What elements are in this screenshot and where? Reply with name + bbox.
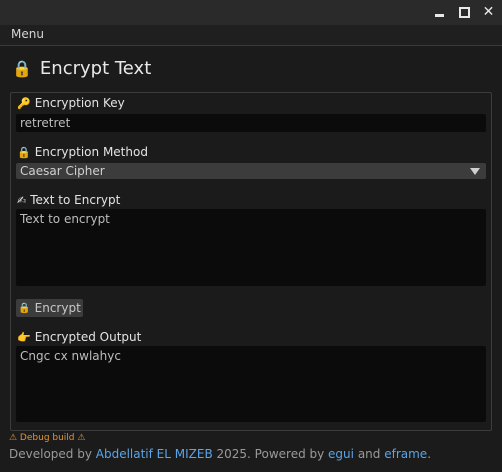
footer-middle: 2025. Powered by	[212, 447, 329, 461]
pointing-hand-icon: 👉	[17, 330, 31, 344]
encryption-method-select[interactable]: Caesar Cipher	[16, 163, 486, 179]
title-bar: ✕	[0, 0, 502, 25]
text-to-encrypt-label-text: Text to Encrypt	[30, 193, 121, 207]
eframe-link[interactable]: eframe	[384, 447, 427, 461]
encryption-method-label: 🔒 Encryption Method	[17, 144, 148, 160]
egui-link[interactable]: egui	[328, 447, 354, 461]
minimize-icon[interactable]	[433, 6, 446, 19]
encrypted-output-label-text: Encrypted Output	[34, 330, 142, 344]
key-icon: 🔑	[17, 96, 31, 110]
encryption-method-label-text: Encryption Method	[34, 145, 148, 159]
text-to-encrypt-input[interactable]: Text to encrypt	[16, 209, 486, 286]
writing-hand-icon: ✍	[17, 193, 27, 207]
page-heading: 🔒 Encrypt Text	[12, 56, 151, 80]
encrypted-output-value: Cngc cx nwlahyc	[20, 349, 121, 363]
encryption-key-value: retretret	[20, 116, 71, 130]
encrypt-button-label: Encrypt	[34, 301, 81, 315]
lock-icon: 🔒	[17, 145, 31, 159]
menu-button[interactable]: Menu	[11, 27, 44, 41]
text-to-encrypt-label: ✍ Text to Encrypt	[17, 192, 120, 208]
debug-build-badge: ⚠ Debug build ⚠	[9, 433, 86, 443]
encryption-key-label: 🔑 Encryption Key	[17, 95, 125, 111]
encrypted-output-label: 👉 Encrypted Output	[17, 329, 141, 345]
menu-bar: Menu	[0, 25, 502, 46]
page-title: Encrypt Text	[39, 57, 152, 79]
lock-icon: 🔒	[18, 302, 31, 314]
footer-and: and	[354, 447, 385, 461]
encrypted-output-area[interactable]: Cngc cx nwlahyc	[16, 346, 486, 422]
encryption-key-input[interactable]: retretret	[16, 114, 486, 132]
footer-suffix: .	[427, 447, 432, 461]
author-link[interactable]: Abdellatif EL MIZEB	[96, 447, 213, 461]
dropdown-arrow-icon	[470, 168, 480, 175]
maximize-icon[interactable]	[458, 6, 471, 19]
footer-prefix: Developed by	[9, 447, 96, 461]
encrypt-button[interactable]: 🔒 Encrypt	[16, 299, 83, 317]
close-icon[interactable]: ✕	[482, 5, 495, 19]
encryption-method-value: Caesar Cipher	[20, 164, 105, 178]
footer-credits: Developed by Abdellatif EL MIZEB 2025. P…	[9, 447, 431, 461]
encryption-key-label-text: Encryption Key	[34, 96, 125, 110]
text-to-encrypt-value: Text to encrypt	[20, 212, 110, 226]
lock-icon: 🔒	[12, 58, 32, 78]
